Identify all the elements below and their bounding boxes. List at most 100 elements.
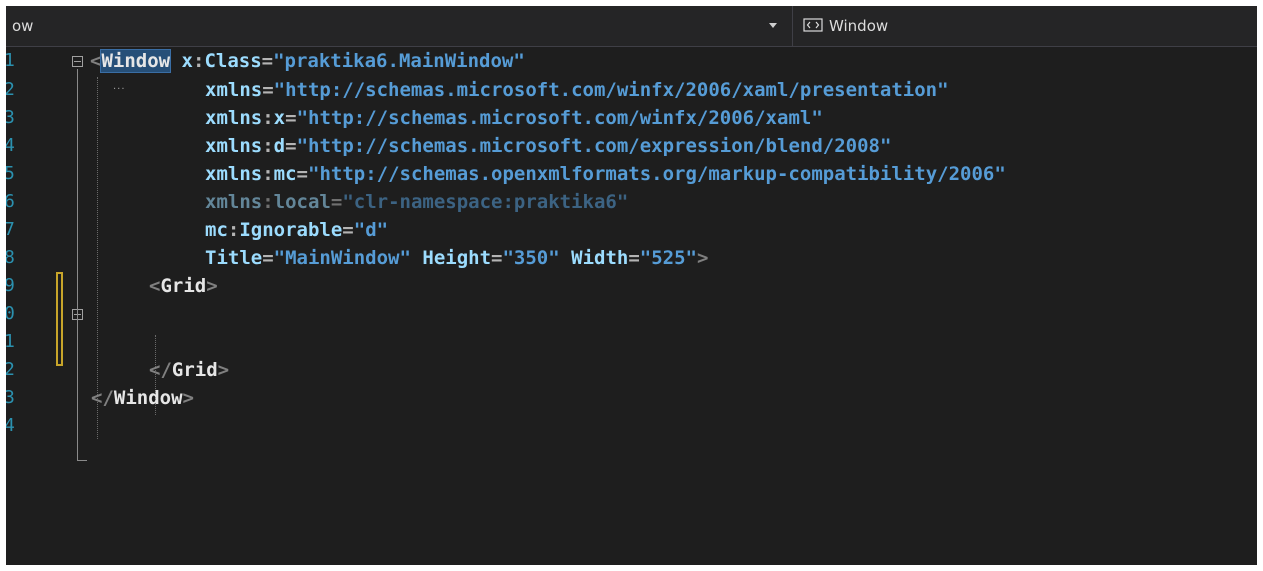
- code-token: xmlns: [205, 191, 263, 213]
- code-text: xmlns="http://schemas.microsoft.com/winf…: [205, 76, 949, 104]
- code-text: <Grid>: [149, 272, 218, 300]
- code-token: Height: [422, 247, 492, 269]
- code-token: local: [273, 191, 331, 213]
- code-token: Width: [571, 247, 629, 269]
- code-token: "clr-namespace:praktika6": [342, 191, 629, 213]
- code-token: Class: [204, 50, 262, 72]
- line-number: 2: [6, 79, 15, 100]
- code-token: >: [697, 247, 709, 269]
- line-number: 6: [6, 191, 15, 212]
- code-token: =: [342, 219, 354, 241]
- code-text: xmlns:d="http://schemas.microsoft.com/ex…: [205, 132, 891, 160]
- code-token: =: [262, 247, 274, 269]
- code-token: Window: [100, 49, 172, 73]
- code-token: "praktika6.MainWindow": [273, 50, 525, 72]
- code-token: =: [296, 163, 308, 185]
- code-line[interactable]: 8 Title="MainWindow" Height="350" Width="…: [6, 244, 1257, 272]
- code-line[interactable]: 4: [6, 412, 1257, 440]
- line-number: 8: [6, 247, 15, 268]
- code-token: Title: [205, 247, 263, 269]
- code-line[interactable]: 0: [6, 300, 1257, 328]
- code-token: =: [262, 79, 274, 101]
- code-token: "525": [639, 247, 697, 269]
- code-text: </Window>: [91, 384, 194, 412]
- line-number: 2: [6, 359, 15, 380]
- code-token: xmlns: [205, 163, 263, 185]
- code-token: </: [149, 359, 172, 381]
- code-token: Window: [113, 387, 183, 409]
- code-token: "d": [353, 219, 389, 241]
- code-token: mc: [205, 219, 228, 241]
- code-token: "http://schemas.microsoft.com/winfx/2006…: [296, 107, 823, 129]
- member-dropdown[interactable]: Window: [792, 6, 1257, 46]
- code-text: xmlns:local="clr-namespace:praktika6": [205, 188, 628, 216]
- line-number: 1: [6, 331, 15, 352]
- dropdown-caret-icon[interactable]: [769, 23, 777, 28]
- code-token: xmlns: [205, 107, 263, 129]
- code-token: :: [193, 50, 205, 72]
- code-token: "350": [502, 247, 560, 269]
- code-line[interactable]: 4 xmlns:d="http://schemas.microsoft.com/e…: [6, 132, 1257, 160]
- code-text: xmlns:mc="http://schemas.openxmlformats.…: [205, 160, 1006, 188]
- code-token: d: [273, 135, 286, 157]
- line-number: 7: [6, 219, 15, 240]
- code-token: <: [90, 50, 102, 72]
- code-token: :: [262, 107, 274, 129]
- code-editor[interactable]: ... 1 <Window x:Class="praktika6.MainWind…: [6, 47, 1257, 565]
- code-text: mc:Ignorable="d": [205, 216, 388, 244]
- line-number: 3: [6, 107, 15, 128]
- code-token: mc: [273, 163, 297, 185]
- code-token: >: [217, 359, 230, 381]
- code-token: "MainWindow": [273, 247, 411, 269]
- code-token: Ignorable: [239, 219, 343, 241]
- code-text: Title="MainWindow" Height="350" Width="5…: [205, 244, 708, 272]
- code-line[interactable]: 1 <Window x:Class="praktika6.MainWindow": [6, 47, 1257, 75]
- line-number: 4: [6, 135, 15, 156]
- code-text: </Grid>: [149, 356, 229, 384]
- code-line[interactable]: 2 </Grid>: [6, 356, 1257, 384]
- line-number: 5: [6, 163, 15, 184]
- line-number: 1: [6, 50, 15, 71]
- code-token: "http://schemas.microsoft.com/expression…: [296, 135, 892, 157]
- code-line[interactable]: 3 xmlns:x="http://schemas.microsoft.com/w…: [6, 104, 1257, 132]
- code-token: =: [330, 191, 343, 213]
- code-token: Grid: [171, 359, 218, 381]
- code-token: =: [491, 247, 503, 269]
- code-token: xmlns: [205, 135, 263, 157]
- navigation-bar: ow Window: [6, 6, 1257, 47]
- code-token: "http://schemas.microsoft.com/winfx/2006…: [273, 79, 949, 101]
- code-line[interactable]: 7 mc:Ignorable="d": [6, 216, 1257, 244]
- line-number: 9: [6, 275, 15, 296]
- outline-window-end: [77, 460, 87, 461]
- code-token: xmlns: [205, 79, 263, 101]
- type-dropdown-text[interactable]: ow: [12, 17, 33, 35]
- code-token: <: [149, 275, 161, 297]
- code-token: "http://schemas.openxmlformats.org/marku…: [308, 163, 1006, 185]
- xaml-element-icon: [803, 18, 823, 32]
- code-token: x: [273, 107, 286, 129]
- code-token: :: [262, 191, 274, 213]
- line-number: 3: [6, 387, 15, 408]
- code-line[interactable]: 1: [6, 328, 1257, 356]
- code-token: =: [285, 107, 297, 129]
- xaml-editor-window: ow Window ... 1 <Window x:Class="praktika…: [6, 6, 1257, 565]
- code-line[interactable]: 2 xmlns="http://schemas.microsoft.com/win…: [6, 76, 1257, 104]
- code-line[interactable]: 3 </Window>: [6, 384, 1257, 412]
- line-number: 0: [6, 303, 15, 324]
- member-dropdown-label: Window: [829, 17, 889, 35]
- code-token: :: [262, 135, 274, 157]
- code-token: =: [261, 50, 274, 72]
- code-token: </: [91, 387, 114, 409]
- code-token: x: [181, 50, 193, 72]
- code-token: :: [262, 163, 274, 185]
- code-token: =: [285, 135, 297, 157]
- code-line[interactable]: 6 xmlns:local="clr-namespace:praktika6": [6, 188, 1257, 216]
- code-line[interactable]: 9 <Grid>: [6, 272, 1257, 300]
- code-token: Grid: [160, 275, 207, 297]
- code-text: xmlns:x="http://schemas.microsoft.com/wi…: [205, 104, 823, 132]
- code-token: >: [206, 275, 218, 297]
- code-line[interactable]: 5 xmlns:mc="http://schemas.openxmlformats…: [6, 160, 1257, 188]
